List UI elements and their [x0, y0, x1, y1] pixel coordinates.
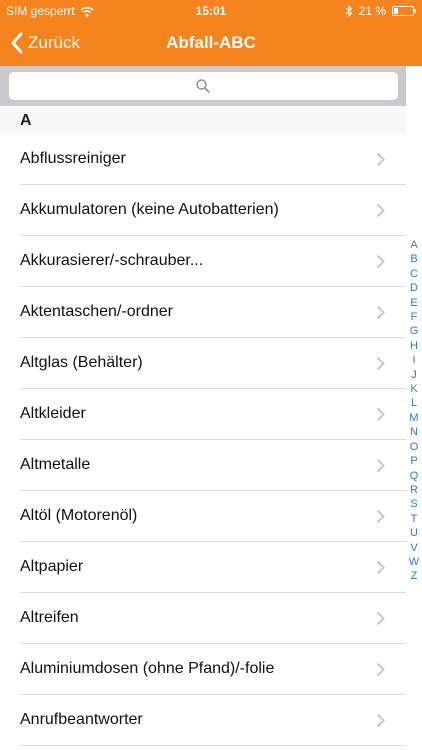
battery-icon [392, 6, 416, 16]
header: SIM gesperrt 15:01 21 % Zurück Abfall-AB… [0, 0, 422, 66]
chevron-right-icon [376, 713, 385, 728]
list-item[interactable]: Altkleider [0, 389, 406, 440]
bluetooth-icon [345, 5, 352, 17]
chevron-right-icon [376, 458, 385, 473]
back-button[interactable]: Zurück [10, 32, 80, 54]
section-index[interactable]: ABCDEFGHIJKLMNOPQRSTUVWZ [406, 238, 422, 584]
index-letter[interactable]: J [406, 368, 422, 382]
index-letter[interactable]: R [406, 483, 422, 497]
list-item[interactable]: Abflussreiniger [0, 134, 406, 185]
back-label: Zurück [28, 33, 80, 52]
list-item-label: Akkurasierer/-schrauber... [20, 252, 204, 269]
search-box [9, 72, 398, 100]
row-divider [20, 745, 406, 746]
index-letter[interactable]: W [406, 555, 422, 569]
list-item[interactable]: Altglas (Behälter) [0, 338, 406, 389]
list-item-label: Altpapier [20, 558, 84, 575]
index-letter[interactable]: H [406, 339, 422, 353]
search-bar [0, 66, 406, 106]
list-item[interactable]: Altmetalle [0, 440, 406, 491]
chevron-right-icon [376, 356, 385, 371]
chevron-right-icon [376, 407, 385, 422]
index-letter[interactable]: N [406, 425, 422, 439]
list-item-label: Altglas (Behälter) [20, 354, 143, 371]
status-bar: SIM gesperrt 15:01 21 % [0, 0, 422, 22]
chevron-right-icon [376, 509, 385, 524]
chevron-right-icon [376, 611, 385, 626]
index-letter[interactable]: A [406, 238, 422, 252]
list-item[interactable]: Aluminiumdosen (ohne Pfand)/-folie [0, 644, 406, 695]
index-letter[interactable]: V [406, 541, 422, 555]
list-item-label: Altöl (Motorenöl) [20, 507, 138, 524]
index-letter[interactable]: O [406, 440, 422, 454]
list-item[interactable]: Aktentaschen/-ordner [0, 287, 406, 338]
chevron-right-icon [376, 560, 385, 575]
index-letter[interactable]: B [406, 252, 422, 266]
list-item-label: Aluminiumdosen (ohne Pfand)/-folie [20, 660, 275, 677]
list-item-label: Altreifen [20, 609, 79, 626]
index-letter[interactable]: F [406, 310, 422, 324]
index-letter[interactable]: P [406, 454, 422, 468]
list-item[interactable]: Anrufbeantworter [0, 695, 406, 746]
battery-percentage: 21 % [358, 4, 386, 18]
navigation-bar: Zurück Abfall-ABC [0, 22, 422, 66]
chevron-right-icon [376, 203, 385, 218]
list-item[interactable]: Altöl (Motorenöl) [0, 491, 406, 542]
section-title: A [20, 112, 32, 129]
list-item-label: Altmetalle [20, 456, 91, 473]
search-input[interactable] [9, 72, 398, 100]
index-letter[interactable]: L [406, 396, 422, 410]
status-right: 21 % [345, 4, 416, 18]
item-list: Abflussreiniger Akkumulatoren (keine Auto… [0, 134, 406, 746]
list-item-label: Altkleider [20, 405, 86, 422]
list-item[interactable]: Altreifen [0, 593, 406, 644]
list-item[interactable]: Akkurasierer/-schrauber... [0, 236, 406, 287]
section-header: A [0, 106, 406, 134]
index-letter[interactable]: C [406, 267, 422, 281]
battery-fill [394, 8, 398, 14]
list-item-label: Akkumulatoren (keine Autobatterien) [20, 201, 279, 218]
index-letter[interactable]: K [406, 382, 422, 396]
chevron-right-icon [376, 662, 385, 677]
index-letter[interactable]: S [406, 497, 422, 511]
index-letter[interactable]: Z [406, 569, 422, 583]
chevron-left-icon [11, 32, 23, 54]
index-letter[interactable]: D [406, 281, 422, 295]
index-letter[interactable]: T [406, 512, 422, 526]
list-item-label: Aktentaschen/-ordner [20, 303, 173, 320]
index-letter[interactable]: G [406, 324, 422, 338]
index-letter[interactable]: M [406, 411, 422, 425]
index-letter[interactable]: U [406, 526, 422, 540]
chevron-right-icon [376, 305, 385, 320]
index-letter[interactable]: I [406, 353, 422, 367]
list-item-label: Anrufbeantworter [20, 711, 143, 728]
list-item[interactable]: Akkumulatoren (keine Autobatterien) [0, 185, 406, 236]
chevron-right-icon [376, 254, 385, 269]
index-letter[interactable]: Q [406, 469, 422, 483]
list-item-label: Abflussreiniger [20, 150, 126, 167]
chevron-right-icon [376, 152, 385, 167]
list-item[interactable]: Altpapier [0, 542, 406, 593]
index-letter[interactable]: E [406, 296, 422, 310]
